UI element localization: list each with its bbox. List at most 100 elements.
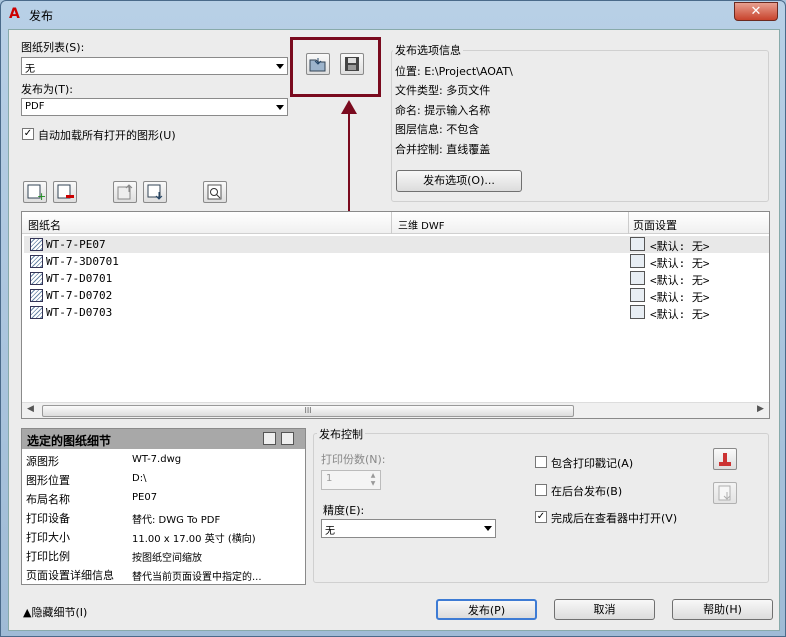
add-sheet-icon: + (27, 184, 46, 203)
sheet-name: WT-7-D0701 (46, 272, 113, 285)
stamp-icon (719, 453, 731, 466)
page-setup-icon (630, 237, 645, 251)
page-setup-icon (630, 288, 645, 302)
detail-value: 11.00 x 17.00 英寸 (横向) (132, 534, 256, 545)
scroll-thumb[interactable]: III (42, 405, 574, 417)
table-row[interactable]: WT-7-PE07 <默认: 无> (24, 236, 769, 253)
info-naming: 命名: 提示输入名称 (395, 104, 491, 117)
move-down-button[interactable] (143, 181, 167, 203)
preview-view-icon[interactable] (281, 432, 294, 445)
add-sheets-button[interactable]: + (23, 181, 47, 203)
chevron-down-icon (276, 64, 284, 69)
dialog-body: 图纸列表(S): 无 发布为(T): PDF ✓ 自动加载所有打开的图形(U) … (8, 29, 780, 631)
precision-value: 无 (325, 526, 335, 537)
info-layers: 图层信息: 不包含 (395, 123, 480, 136)
page-setup-value: <默认: 无> (650, 274, 710, 287)
sheet-table: 图纸名 三维 DWF 页面设置 WT-7-PE07 <默认: 无> WT-7-3… (21, 211, 770, 419)
export-button[interactable] (713, 482, 737, 504)
publish-dialog: A 发布 ✕ 图纸列表(S): 无 发布为(T): PDF ✓ 自动加载所有打开… (0, 0, 786, 637)
scroll-left-icon[interactable]: ◀ (27, 404, 34, 414)
publish-button[interactable]: 发布(P) (436, 599, 537, 620)
autocad-logo-icon: A (9, 6, 20, 22)
detail-value: 替代: DWG To PDF (132, 515, 221, 526)
table-row[interactable]: WT-7-D0701 <默认: 无> (24, 270, 769, 287)
detail-label: 源图形 (26, 455, 59, 468)
sheet-list-value: 无 (25, 64, 35, 75)
window-title: 发布 (29, 9, 54, 23)
hide-details-toggle[interactable]: ▲隐藏细节(I) (23, 604, 87, 620)
background-label: 在后台发布(B) (551, 485, 623, 498)
open-viewer-label: 完成后在查看器中打开(V) (551, 512, 678, 525)
preview-button[interactable] (203, 181, 227, 203)
auto-load-checkbox[interactable]: ✓ (22, 128, 34, 140)
title-bar: A 发布 ✕ (1, 1, 785, 29)
spin-up-icon[interactable]: ▲ (367, 472, 379, 480)
horizontal-scrollbar[interactable]: ◀ III ▶ (22, 402, 769, 418)
column-sheet-name[interactable]: 图纸名 (28, 217, 61, 233)
page-setup-value: <默认: 无> (650, 257, 710, 270)
publish-options-button[interactable]: 发布选项(O)... (396, 170, 522, 192)
details-header: 选定的图纸细节 (22, 429, 305, 449)
table-view-icon[interactable] (263, 432, 276, 445)
info-file-type: 文件类型: 多页文件 (395, 84, 491, 97)
options-info-title: 发布选项信息 (393, 42, 463, 58)
column-page-setup[interactable]: 页面设置 (633, 217, 677, 233)
info-merge: 合并控制: 直线覆盖 (395, 143, 491, 156)
chevron-down-icon (484, 526, 492, 531)
sheet-icon (30, 289, 43, 302)
sheet-name: WT-7-D0703 (46, 306, 113, 319)
save-sheet-list-button[interactable] (340, 53, 364, 75)
copies-value: 1 (326, 473, 333, 484)
sheet-icon (30, 255, 43, 268)
page-setup-icon (630, 254, 645, 268)
sheet-icon (30, 306, 43, 319)
help-button[interactable]: 帮助(H) (672, 599, 773, 620)
chevron-down-icon (276, 105, 284, 110)
table-header: 图纸名 三维 DWF 页面设置 (22, 212, 769, 234)
table-row[interactable]: WT-7-D0703 <默认: 无> (24, 304, 769, 321)
precision-combo[interactable]: 无 (321, 519, 496, 538)
info-location: 位置: E:\Project\AOAT\ (395, 65, 513, 78)
load-sheet-list-button[interactable] (306, 53, 330, 75)
sheet-icon (30, 272, 43, 285)
include-stamp-checkbox[interactable] (535, 456, 547, 468)
detail-value: PE07 (132, 492, 158, 503)
move-up-button[interactable] (113, 181, 137, 203)
folder-open-icon (309, 58, 326, 72)
detail-value: 按图纸空间缩放 (132, 553, 202, 564)
column-3d-dwf[interactable]: 三维 DWF (398, 217, 445, 232)
remove-sheets-button[interactable] (53, 181, 77, 203)
remove-sheet-icon (57, 184, 74, 199)
page-setup-icon (630, 305, 645, 319)
copies-spinner[interactable]: 1 ▲ ▼ (321, 470, 381, 490)
sheet-list-combo[interactable]: 无 (21, 57, 288, 75)
table-row[interactable]: WT-7-3D0701 <默认: 无> (24, 253, 769, 270)
details-panel: 选定的图纸细节 源图形 WT-7.dwg 图形位置 D:\ 布局名称 PE07 打印设… (21, 428, 306, 585)
publish-control-title: 发布控制 (317, 426, 365, 442)
publish-to-label: 发布为(T): (21, 83, 74, 96)
detail-label: 打印比例 (26, 550, 70, 563)
sheet-name: WT-7-3D0701 (46, 255, 119, 268)
sheet-icon (30, 238, 43, 251)
detail-label: 图形位置 (26, 474, 70, 487)
floppy-disk-icon (345, 57, 359, 71)
magnifier-icon (207, 184, 222, 200)
publish-to-combo[interactable]: PDF (21, 98, 288, 116)
table-row[interactable]: WT-7-D0702 <默认: 无> (24, 287, 769, 304)
move-down-icon (147, 184, 163, 200)
scroll-right-icon[interactable]: ▶ (757, 404, 764, 414)
details-title: 选定的图纸细节 (27, 434, 112, 448)
page-setup-value: <默认: 无> (650, 291, 710, 304)
cancel-button[interactable]: 取消 (554, 599, 655, 620)
detail-label: 页面设置详细信息 (26, 569, 114, 582)
page-setup-value: <默认: 无> (650, 308, 710, 321)
sheet-name: WT-7-PE07 (46, 238, 106, 251)
open-viewer-checkbox[interactable]: ✓ (535, 511, 547, 523)
close-button[interactable]: ✕ (734, 2, 778, 21)
detail-value: D:\ (132, 473, 147, 484)
stamp-settings-button[interactable] (713, 448, 737, 470)
background-checkbox[interactable] (535, 484, 547, 496)
detail-value: WT-7.dwg (132, 454, 182, 465)
spin-down-icon[interactable]: ▼ (367, 480, 379, 488)
sheet-list-label: 图纸列表(S): (21, 41, 85, 54)
